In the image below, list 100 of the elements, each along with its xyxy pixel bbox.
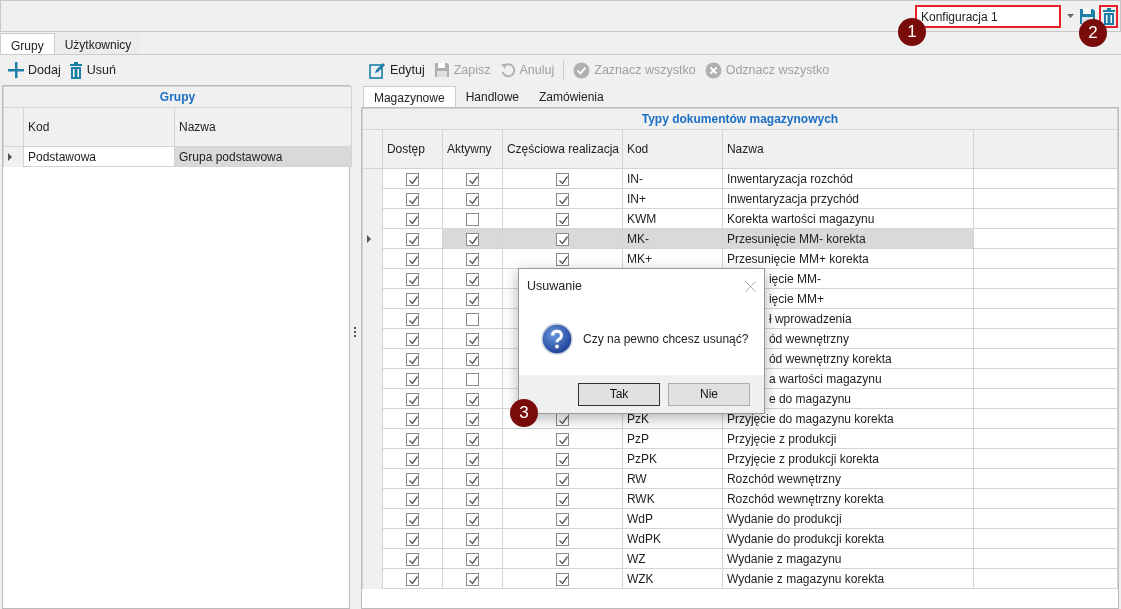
- checkbox[interactable]: [465, 472, 479, 486]
- checkbox[interactable]: [405, 532, 419, 546]
- checkbox[interactable]: [465, 372, 479, 386]
- checkbox[interactable]: [465, 532, 479, 546]
- checkbox[interactable]: [465, 392, 479, 406]
- table-cell: Przesunięcie MM+ korekta: [726, 251, 869, 266]
- table-cell: Rozchód wewnętrzny: [726, 471, 841, 486]
- checkbox[interactable]: [405, 212, 419, 226]
- trash-icon[interactable]: [68, 61, 83, 79]
- table-cell: Inwentaryzacja przychód: [726, 191, 859, 206]
- checkbox[interactable]: [465, 312, 479, 326]
- row-indicator-icon: [366, 234, 371, 243]
- cross-circle-icon: [704, 61, 722, 79]
- checkbox[interactable]: [405, 432, 419, 446]
- tab[interactable]: Grupy: [0, 33, 55, 54]
- table-cell: Wydanie do produkcji: [726, 511, 842, 526]
- checkbox[interactable]: [405, 252, 419, 266]
- checkbox[interactable]: [405, 352, 419, 366]
- checkbox[interactable]: [555, 192, 569, 206]
- dialog-button[interactable]: Nie: [668, 382, 750, 406]
- question-icon: [541, 323, 573, 355]
- table-cell: Przyjęcie z produkcji korekta: [726, 451, 879, 466]
- checkbox[interactable]: [405, 192, 419, 206]
- checkbox[interactable]: [555, 532, 569, 546]
- tab[interactable]: Magazynowe: [362, 86, 456, 107]
- checkbox[interactable]: [405, 412, 419, 426]
- table-cell: ód wewnętrzny korekta: [768, 351, 892, 366]
- checkbox[interactable]: [555, 552, 569, 566]
- checkbox[interactable]: [465, 492, 479, 506]
- checkbox[interactable]: [555, 492, 569, 506]
- checkbox[interactable]: [405, 472, 419, 486]
- checkbox[interactable]: [465, 212, 479, 226]
- checkbox[interactable]: [555, 432, 569, 446]
- column-header[interactable]: Kod: [622, 129, 723, 169]
- checkbox[interactable]: [405, 292, 419, 306]
- checkbox[interactable]: [555, 452, 569, 466]
- column-header[interactable]: Nazwa: [174, 107, 352, 147]
- checkbox[interactable]: [555, 572, 569, 586]
- table-cell: Grupa podstawowa: [179, 149, 283, 164]
- checkbox[interactable]: [405, 452, 419, 466]
- configuration-field[interactable]: Konfiguracja 1: [915, 4, 1061, 28]
- checkbox[interactable]: [465, 292, 479, 306]
- checkbox[interactable]: [465, 272, 479, 286]
- checkbox[interactable]: [405, 392, 419, 406]
- caret-icon: [1066, 14, 1074, 18]
- toolbar-button[interactable]: Edytuj: [368, 60, 425, 80]
- checkbox[interactable]: [555, 472, 569, 486]
- delete-icon[interactable]: [1101, 7, 1116, 25]
- column-header[interactable]: Nazwa: [722, 129, 974, 169]
- column-header[interactable]: Częściowa realizacja: [502, 129, 623, 169]
- checkbox[interactable]: [465, 412, 479, 426]
- table-cell: RWK: [626, 491, 655, 506]
- check-circle-icon: [573, 61, 591, 79]
- checkbox[interactable]: [465, 172, 479, 186]
- checkbox[interactable]: [555, 512, 569, 526]
- table-cell: RW: [626, 471, 647, 486]
- table-cell: Inwentaryzacja rozchód: [726, 171, 853, 186]
- table-cell: Rozchód wewnętrzny korekta: [726, 491, 884, 506]
- checkbox[interactable]: [465, 332, 479, 346]
- tab[interactable]: Handlowe: [455, 86, 529, 107]
- column-header[interactable]: Aktywny: [442, 129, 503, 169]
- checkbox[interactable]: [405, 232, 419, 246]
- column-header[interactable]: Dostęp: [382, 129, 443, 169]
- checkbox[interactable]: [465, 232, 479, 246]
- checkbox[interactable]: [405, 512, 419, 526]
- splitter-grip-icon[interactable]: [354, 326, 358, 338]
- checkbox[interactable]: [555, 172, 569, 186]
- checkbox[interactable]: [405, 312, 419, 326]
- column-header[interactable]: Kod: [23, 107, 175, 147]
- tab[interactable]: Zamówienia: [529, 86, 614, 107]
- checkbox[interactable]: [465, 352, 479, 366]
- checkbox[interactable]: [465, 432, 479, 446]
- checkbox[interactable]: [465, 252, 479, 266]
- callout-marker: 2: [1079, 19, 1107, 47]
- table-cell: Podstawowa: [28, 149, 97, 164]
- edit-icon: [368, 61, 386, 79]
- checkbox[interactable]: [405, 572, 419, 586]
- checkbox[interactable]: [405, 332, 419, 346]
- table-cell: WdP: [626, 511, 653, 526]
- checkbox[interactable]: [405, 492, 419, 506]
- checkbox[interactable]: [465, 572, 479, 586]
- grid-title: Typy dokumentów magazynowych: [362, 108, 1118, 130]
- checkbox[interactable]: [465, 512, 479, 526]
- toolbar-button[interactable]: Dodaj: [8, 60, 61, 80]
- checkbox[interactable]: [405, 552, 419, 566]
- dialog-button[interactable]: Tak: [578, 382, 660, 406]
- table-cell: Przyjęcie z produkcji: [726, 431, 837, 446]
- checkbox[interactable]: [555, 232, 569, 246]
- toolbar-button[interactable]: Usuń: [68, 60, 116, 80]
- checkbox[interactable]: [465, 452, 479, 466]
- table-cell: e do magazynu: [768, 391, 851, 406]
- checkbox[interactable]: [405, 272, 419, 286]
- table-cell: PzK: [626, 411, 649, 426]
- checkbox[interactable]: [405, 172, 419, 186]
- tab[interactable]: Użytkownicy: [54, 33, 142, 54]
- checkbox[interactable]: [405, 372, 419, 386]
- checkbox[interactable]: [465, 192, 479, 206]
- checkbox[interactable]: [465, 552, 479, 566]
- checkbox[interactable]: [555, 252, 569, 266]
- checkbox[interactable]: [555, 212, 569, 226]
